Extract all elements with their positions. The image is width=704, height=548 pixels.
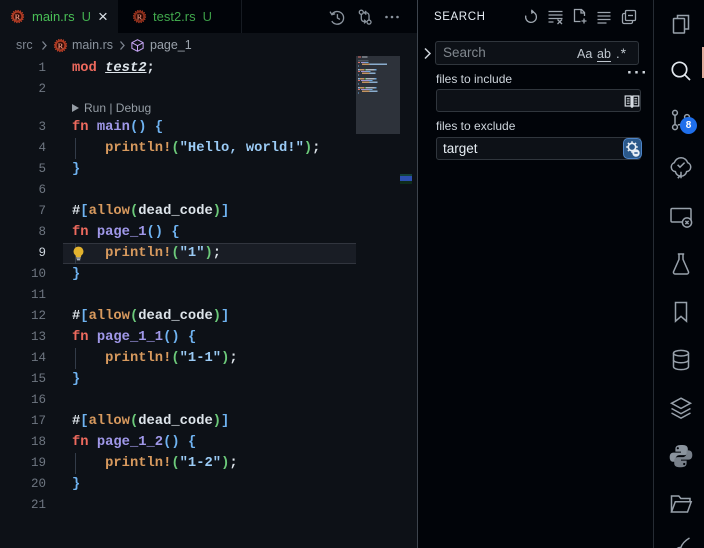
svg-text:R: R [137, 12, 143, 21]
svg-text:R: R [58, 41, 64, 50]
svg-text:R: R [15, 12, 21, 21]
